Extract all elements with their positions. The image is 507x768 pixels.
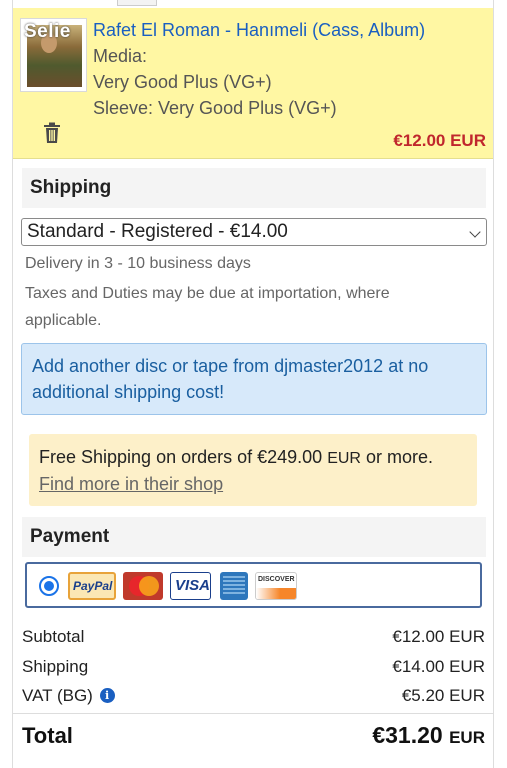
shipping-selected-option: Standard - Registered - €14.00 <box>27 221 288 242</box>
discover-icon: DISCOVER <box>255 572 297 600</box>
taxes-notice-line2: applicable. <box>25 312 102 329</box>
total-label: Total <box>22 723 73 748</box>
taxes-notice-line1: Taxes and Duties may be due at importati… <box>25 285 390 302</box>
item-title-link[interactable]: Rafet El Roman - Hanımeli (Cass, Album) <box>93 20 425 41</box>
visa-label: VISA <box>175 577 211 594</box>
mastercard-yellow-circle <box>139 576 159 596</box>
vat-row: VAT (BG) i <box>22 686 115 706</box>
notice-line2: additional shipping cost! <box>32 382 225 402</box>
trash-icon[interactable] <box>43 122 61 144</box>
promo-text: Free Shipping on orders of €249.00 EUR o… <box>39 447 433 468</box>
payment-heading: Payment <box>22 517 486 557</box>
amex-icon <box>220 572 248 600</box>
payment-radio[interactable] <box>39 576 59 596</box>
shipping-cost-label: Shipping <box>22 657 89 676</box>
promo-amount: Free Shipping on orders of €249.00 <box>39 447 328 467</box>
shipping-cost-value: €14.00 EUR <box>392 657 485 676</box>
sleeve-grade: Sleeve: Very Good Plus (VG+) <box>93 98 337 118</box>
total-divider <box>13 713 493 714</box>
promo-currency: EUR <box>327 450 361 467</box>
paypal-icon: PayPal <box>68 572 116 600</box>
subtotal-label: Subtotal <box>22 627 85 646</box>
delivery-estimate: Delivery in 3 - 10 business days <box>25 255 251 272</box>
total-currency: EUR <box>449 728 485 747</box>
cart-item: Selie Rafet El Roman - Hanımeli (Cass, A… <box>13 8 493 159</box>
total-value: €31.20 <box>372 722 443 748</box>
shipping-heading: Shipping <box>22 168 486 208</box>
payment-method-option[interactable]: PayPal VISA DISCOVER <box>25 562 482 608</box>
top-tab-stub <box>117 0 157 6</box>
vat-value: €5.20 EUR <box>401 686 485 705</box>
vat-label: VAT (BG) <box>22 686 93 705</box>
visa-icon: VISA <box>170 572 211 600</box>
item-thumbnail[interactable]: Selie <box>20 18 87 92</box>
combined-shipping-notice: Add another disc or tape from djmaster20… <box>21 343 487 415</box>
notice-line1: Add another disc or tape from djmaster20… <box>32 356 429 376</box>
total-value-row: €31.20 EUR <box>372 722 485 749</box>
free-shipping-promo: Free Shipping on orders of €249.00 EUR o… <box>29 434 477 506</box>
seller-shop-link[interactable]: Find more in their shop <box>39 474 223 495</box>
chevron-down-icon <box>469 226 481 238</box>
item-price: €12.00 EUR <box>393 131 486 150</box>
shipping-method-select[interactable]: Standard - Registered - €14.00 <box>21 218 487 246</box>
thumbnail-overlay-text: Selie <box>24 21 71 42</box>
promo-tail: or more. <box>360 447 434 467</box>
media-grade: Very Good Plus (VG+) <box>93 72 272 92</box>
paypal-label: PayPal <box>73 579 113 593</box>
info-icon[interactable]: i <box>99 688 115 703</box>
discover-label: DISCOVER <box>258 576 295 583</box>
mastercard-icon <box>123 572 163 600</box>
media-label: Media: <box>93 46 148 66</box>
subtotal-value: €12.00 EUR <box>392 627 485 646</box>
